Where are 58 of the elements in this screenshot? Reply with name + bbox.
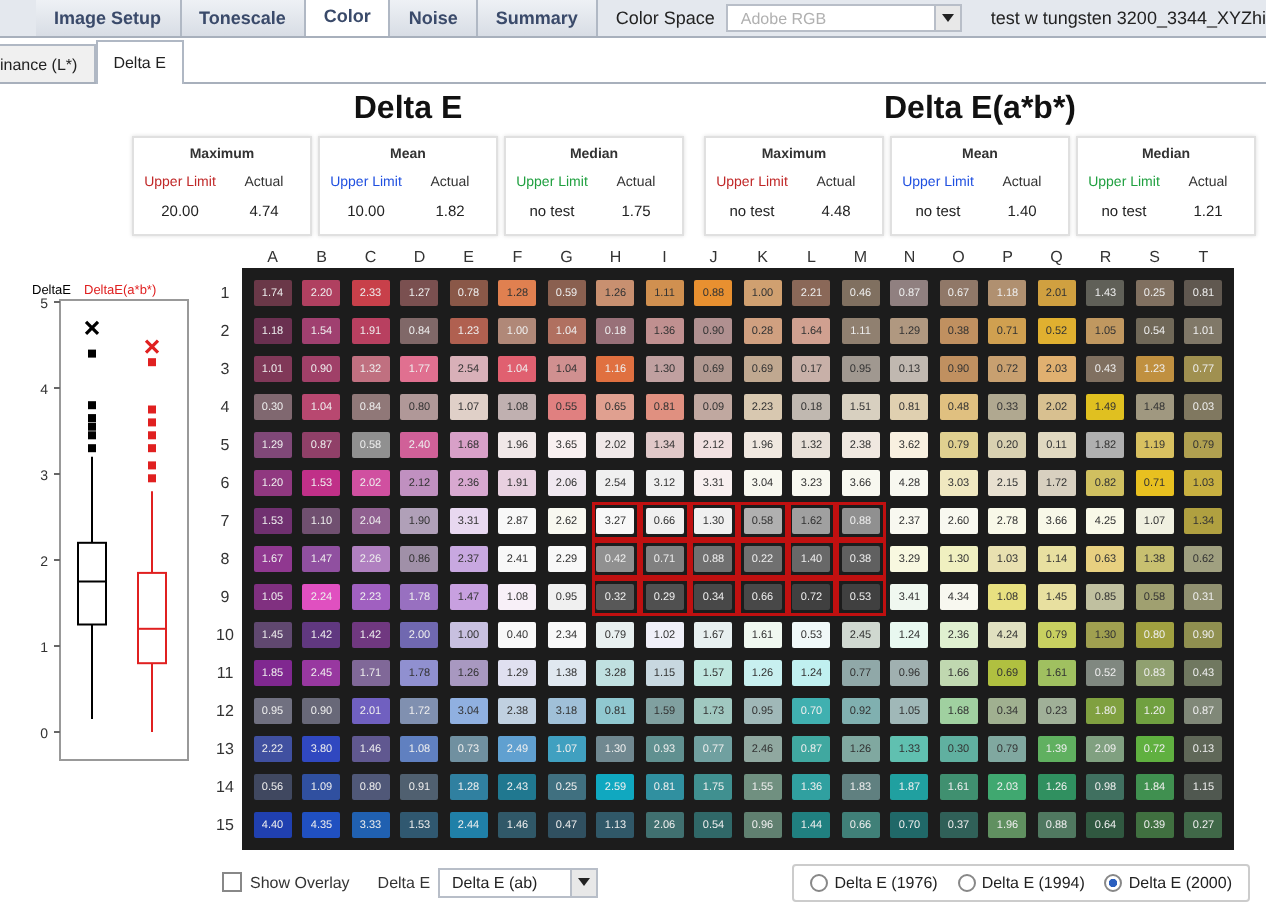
radio-button[interactable] [810,873,829,891]
radio-label[interactable]: Delta E (1976) [834,873,938,891]
file-name: test w tungsten 3200_3344_XYZhi [988,6,1266,32]
caret-icon [934,6,961,30]
row-label: 15 [214,814,236,838]
overlay-checkbox[interactable] [222,872,242,892]
row-label: 5 [218,434,232,458]
row-label: 7 [218,510,232,534]
tab[interactable]: Summary [477,0,598,36]
radio-label[interactable]: Delta E (2000) [1128,873,1232,891]
column-label: A [265,248,280,268]
column-label: M [851,248,870,268]
column-label: R [1097,248,1114,268]
column-label: L [805,248,818,268]
row-label: 4 [218,396,232,420]
sub-tab[interactable]: inance (L*) [0,44,96,82]
column-label: N [901,248,918,268]
tab[interactable]: Color [305,0,391,36]
metric-dropdown[interactable]: Delta E (ab) [438,867,599,897]
column-label: D [411,248,428,268]
column-label: B [314,248,329,268]
column-label: E [461,248,476,268]
section-title: Delta E [353,92,463,130]
column-label: Q [1048,248,1065,268]
row-label: 12 [214,700,236,724]
row-label: 9 [218,586,232,610]
section-title: Delta E(a*b*) [883,92,1077,130]
row-label: 6 [218,472,232,496]
tab[interactable]: Noise [390,0,478,36]
metric-label: Delta E [377,873,431,891]
row-label: 14 [214,776,236,800]
column-label: S [1147,248,1162,268]
column-label: F [510,248,525,268]
column-label: K [755,248,770,268]
tab[interactable]: Image Setup [36,0,182,36]
column-label: P [1000,248,1015,268]
column-label: G [558,248,575,268]
column-label: C [362,248,379,268]
row-label: 8 [218,548,232,572]
tab[interactable]: Tonescale [181,0,306,36]
column-label: T [1196,248,1211,268]
sub-tab[interactable]: Delta E [95,40,184,84]
column-label: O [950,248,967,268]
row-label: 13 [214,738,236,762]
color-space-label: Color Space [613,6,717,32]
caret-icon [570,869,597,895]
row-label: 3 [218,358,232,382]
radio-button[interactable] [957,873,976,891]
row-label: 1 [218,282,232,306]
row-label: 11 [214,662,236,686]
radio-label[interactable]: Delta E (1994) [981,873,1085,891]
column-label: I [660,248,669,268]
overlay-label: Show Overlay [250,873,350,891]
radio-button[interactable] [1104,873,1123,891]
column-label: J [707,248,720,268]
column-label: H [607,248,624,268]
row-label: 10 [214,624,236,648]
row-label: 2 [218,320,232,344]
